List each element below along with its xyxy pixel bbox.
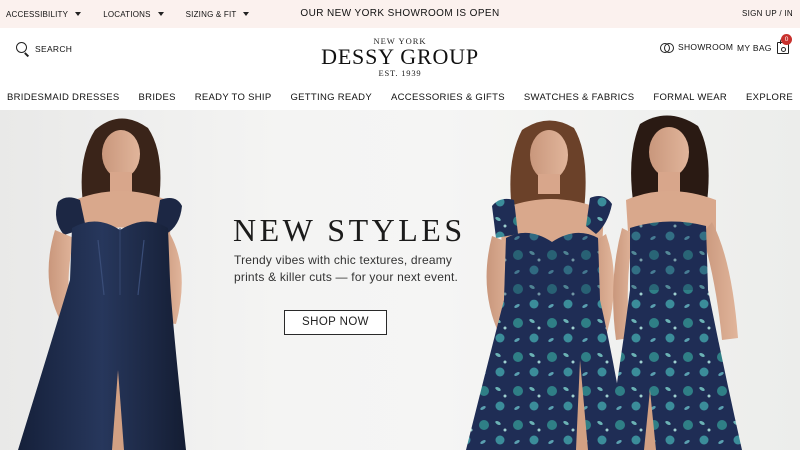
bag-count-badge: 0 (781, 34, 792, 45)
logo-brand-name: DESSY GROUP (321, 44, 479, 69)
hero-headline: NEW STYLES (233, 212, 466, 248)
showroom-label: SHOWROOM (678, 42, 734, 52)
search-icon (16, 42, 30, 56)
nav-swatches-fabrics[interactable]: SWATCHES & FABRICS (514, 92, 643, 103)
nav-formal-wear[interactable]: FORMAL WEAR (644, 92, 737, 103)
top-utility-bar: ACCESSIBILITY LOCATIONS SIZING & FIT OUR… (0, 0, 800, 28)
utility-menu: ACCESSIBILITY LOCATIONS SIZING & FIT (6, 0, 250, 28)
brand-logo[interactable]: NEW YORK DESSY GROUP EST. 1939 (300, 36, 500, 78)
shop-now-button[interactable]: SHOP NOW (284, 310, 387, 335)
chevron-down-icon (157, 12, 164, 16)
nav-getting-ready[interactable]: GETTING READY (281, 92, 382, 103)
nav-ready-to-ship[interactable]: READY TO SHIP (185, 92, 281, 103)
search-label: SEARCH (35, 44, 73, 54)
hero-banner[interactable]: NEW STYLES Trendy vibes with chic textur… (0, 110, 800, 450)
hero-subcopy: Trendy vibes with chic textures, dreamy … (234, 252, 464, 286)
sign-in-link[interactable]: SIGN UP / IN (742, 0, 793, 28)
my-bag-button[interactable]: MY BAG (737, 38, 789, 54)
left-model (18, 118, 186, 450)
right-model-1 (466, 120, 628, 450)
locations-label: LOCATIONS (103, 9, 151, 19)
sizing-fit-dropdown[interactable]: SIZING & FIT (186, 10, 250, 19)
sizing-fit-label: SIZING & FIT (185, 9, 237, 19)
hero-subcopy-line-2: prints & killer cuts — for your next eve… (234, 270, 459, 284)
chevron-down-icon (75, 12, 82, 16)
logo-established: EST. 1939 (378, 68, 422, 78)
nav-explore[interactable]: EXPLORE (737, 92, 800, 103)
locations-dropdown[interactable]: LOCATIONS (103, 9, 164, 19)
accessibility-dropdown[interactable]: ACCESSIBILITY (6, 9, 82, 19)
accessibility-label: ACCESSIBILITY (6, 9, 69, 19)
nav-bridesmaid-dresses[interactable]: BRIDESMAID DRESSES (0, 92, 129, 103)
rings-icon (660, 42, 674, 53)
nav-accessories-gifts[interactable]: ACCESSORIES & GIFTS (381, 92, 514, 103)
my-bag-label: MY BAG (737, 43, 772, 53)
nav-brides[interactable]: BRIDES (129, 92, 185, 103)
right-model-2 (606, 115, 742, 450)
hero-subcopy-line-1: Trendy vibes with chic textures, dreamy (234, 253, 453, 267)
main-navigation: BRIDESMAID DRESSES BRIDES READY TO SHIP … (0, 84, 800, 110)
chevron-down-icon (243, 12, 250, 16)
search-button[interactable]: SEARCH (16, 42, 72, 56)
site-header: SEARCH NEW YORK DESSY GROUP EST. 1939 SH… (0, 28, 800, 84)
showroom-link[interactable]: SHOWROOM (660, 42, 734, 53)
